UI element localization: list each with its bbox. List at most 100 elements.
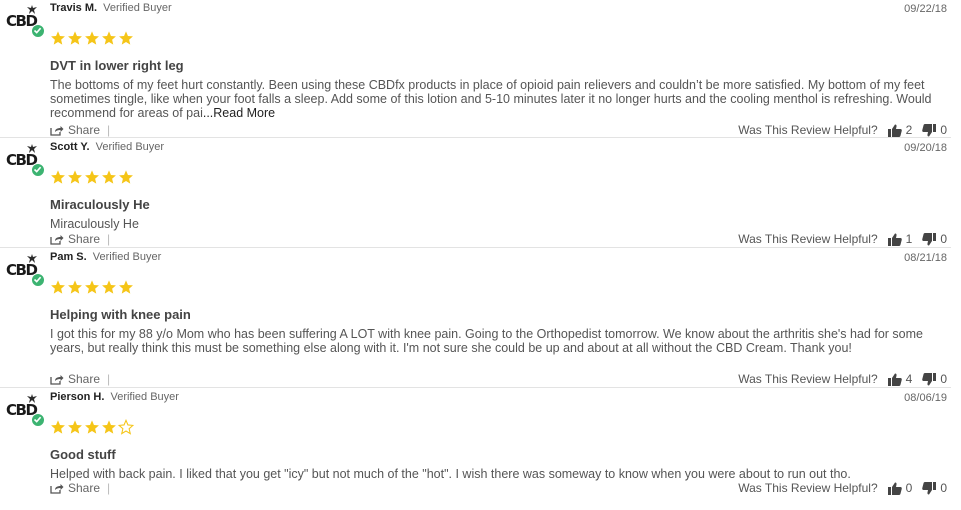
review-date: 09/22/18	[904, 3, 947, 15]
star-filled-icon	[119, 31, 133, 45]
review-date: 09/20/18	[904, 142, 947, 154]
helpful-votes: Was This Review Helpful? 2 0	[738, 123, 947, 137]
star-rating	[50, 419, 134, 437]
star-filled-icon	[51, 280, 65, 294]
star-filled-icon	[68, 280, 82, 294]
upvote-count: 4	[905, 372, 913, 386]
downvote-count: 0	[940, 372, 947, 386]
review-footer: Share | Was This Review Helpful? 0 0	[50, 481, 947, 497]
star-filled-icon	[85, 280, 99, 294]
reviewer-name: Pam S.	[50, 251, 87, 263]
star-filled-icon	[102, 170, 116, 184]
divider	[0, 247, 951, 248]
read-more-link[interactable]: ...Read More	[203, 106, 275, 120]
separator: |	[107, 372, 111, 386]
thumbs-up-icon	[887, 233, 902, 246]
helpful-label: Was This Review Helpful?	[738, 123, 878, 137]
review-date: 08/06/19	[904, 392, 947, 404]
review-body: The bottoms of my feet hurt constantly. …	[50, 78, 940, 120]
verified-buyer-label: Verified Buyer	[95, 141, 165, 153]
review-item: CBD Travis M. Verified Buyer 09/22/18 DV…	[0, 0, 961, 138]
helpful-votes: Was This Review Helpful? 4 0	[738, 372, 947, 386]
thumbs-up-icon	[887, 373, 902, 386]
verified-buyer-label: Verified Buyer	[92, 251, 162, 263]
star-rating	[50, 279, 134, 297]
avatar: CBD	[5, 4, 45, 38]
separator: |	[107, 481, 111, 495]
review-title: Helping with knee pain	[50, 307, 191, 322]
thumbs-down-button[interactable]: 0	[922, 123, 947, 137]
review-body: Helped with back pain. I liked that you …	[50, 467, 940, 481]
share-label: Share	[68, 481, 101, 495]
divider	[0, 387, 951, 388]
thumbs-down-icon	[922, 232, 937, 245]
thumbs-up-button[interactable]: 4	[887, 372, 913, 386]
thumbs-down-button[interactable]: 0	[922, 481, 947, 495]
thumbs-up-button[interactable]: 1	[887, 232, 913, 246]
reviewer-name: Scott Y.	[50, 141, 90, 153]
downvote-count: 0	[940, 123, 947, 137]
share-label: Share	[68, 232, 101, 246]
star-rating	[50, 30, 134, 48]
star-filled-icon	[51, 170, 65, 184]
share-button[interactable]: Share |	[50, 123, 110, 137]
star-empty-icon	[118, 419, 134, 435]
downvote-count: 0	[940, 232, 947, 246]
share-label: Share	[68, 372, 101, 386]
review-item: CBD Scott Y. Verified Buyer 09/20/18 Mir…	[0, 139, 961, 248]
thumbs-down-icon	[922, 481, 937, 494]
review-author: Pierson H. Verified Buyer	[50, 391, 179, 403]
review-author: Scott Y. Verified Buyer	[50, 141, 164, 153]
verified-check-icon	[31, 273, 45, 287]
review-footer: Share | Was This Review Helpful? 4 0	[50, 372, 947, 388]
verified-check-icon	[31, 413, 45, 427]
thumbs-up-button[interactable]: 0	[887, 481, 913, 495]
avatar: CBD	[5, 393, 45, 427]
review-body: Miraculously He	[50, 217, 940, 231]
thumbs-down-button[interactable]: 0	[922, 232, 947, 246]
thumbs-up-icon	[887, 124, 902, 137]
helpful-label: Was This Review Helpful?	[738, 232, 878, 246]
share-button[interactable]: Share |	[50, 481, 110, 495]
thumbs-up-icon	[887, 482, 902, 495]
review-author: Travis M. Verified Buyer	[50, 2, 172, 14]
star-filled-icon	[85, 420, 99, 434]
star-filled-icon	[119, 170, 133, 184]
star-filled-icon	[51, 420, 65, 434]
review-text: Helped with back pain. I liked that you …	[50, 467, 851, 481]
thumbs-down-button[interactable]: 0	[922, 372, 947, 386]
star-filled-icon	[85, 31, 99, 45]
verified-check-icon	[31, 24, 45, 38]
star-filled-icon	[85, 170, 99, 184]
helpful-label: Was This Review Helpful?	[738, 481, 878, 495]
thumbs-down-icon	[922, 123, 937, 136]
verified-buyer-label: Verified Buyer	[103, 2, 172, 14]
review-title: Good stuff	[50, 447, 116, 462]
review-item: CBD Pierson H. Verified Buyer 08/06/19 G…	[0, 389, 961, 510]
upvote-count: 2	[905, 123, 913, 137]
review-text: Miraculously He	[50, 217, 139, 231]
star-filled-icon	[102, 280, 116, 294]
share-button[interactable]: Share |	[50, 232, 110, 246]
star-filled-icon	[102, 420, 116, 434]
share-icon	[50, 125, 64, 136]
star-rating	[50, 169, 134, 187]
separator: |	[107, 232, 111, 246]
review-text: I got this for my 88 y/o Mom who has bee…	[50, 327, 923, 355]
share-icon	[50, 374, 64, 385]
star-filled-icon	[102, 31, 116, 45]
helpful-label: Was This Review Helpful?	[738, 372, 878, 386]
reviewer-name: Pierson H.	[50, 391, 105, 403]
upvote-count: 1	[905, 232, 913, 246]
share-icon	[50, 483, 64, 494]
upvote-count: 0	[905, 481, 913, 495]
star-filled-icon	[68, 31, 82, 45]
review-author: Pam S. Verified Buyer	[50, 251, 161, 263]
share-button[interactable]: Share |	[50, 372, 110, 386]
downvote-count: 0	[940, 481, 947, 495]
reviews-list: CBD Travis M. Verified Buyer 09/22/18 DV…	[0, 0, 961, 510]
share-icon	[50, 234, 64, 245]
thumbs-up-button[interactable]: 2	[887, 123, 913, 137]
helpful-votes: Was This Review Helpful? 1 0	[738, 232, 947, 246]
star-filled-icon	[51, 31, 65, 45]
